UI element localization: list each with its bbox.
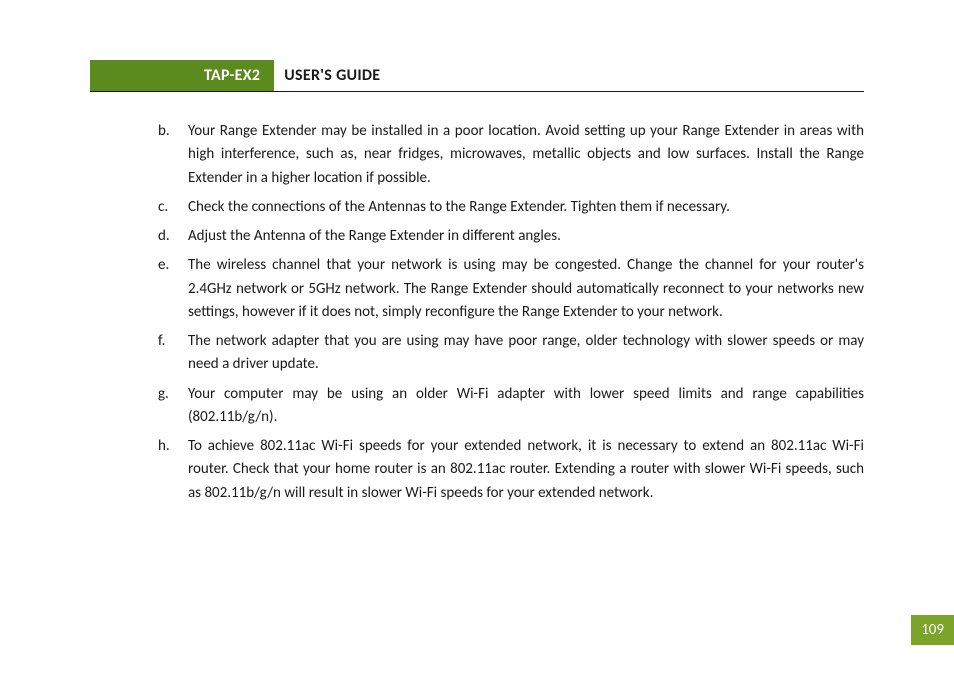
list-text: The wireless channel that your network i… <box>188 254 864 324</box>
product-badge: TAP-EX2 <box>190 60 274 91</box>
list-item: h. To achieve 802.11ac Wi-Fi speeds for … <box>158 435 864 505</box>
list-text: To achieve 802.11ac Wi-Fi speeds for you… <box>188 435 864 505</box>
list-item: f. The network adapter that you are usin… <box>158 330 864 377</box>
list-marker: b. <box>158 120 188 190</box>
header-accent-block <box>90 60 190 91</box>
list-item: b. Your Range Extender may be installed … <box>158 120 864 190</box>
list-marker: h. <box>158 435 188 505</box>
list-marker: d. <box>158 225 188 248</box>
list-text: Your Range Extender may be installed in … <box>188 120 864 190</box>
list-marker: c. <box>158 196 188 219</box>
guide-title: USER'S GUIDE <box>274 60 380 91</box>
list-text: The network adapter that you are using m… <box>188 330 864 377</box>
list-text: Adjust the Antenna of the Range Extender… <box>188 225 864 248</box>
list-marker: f. <box>158 330 188 377</box>
list-marker: g. <box>158 383 188 430</box>
list-text: Your computer may be using an older Wi-F… <box>188 383 864 430</box>
page-number: 109 <box>911 615 954 645</box>
list-text: Check the connections of the Antennas to… <box>188 196 864 219</box>
list-item: e. The wireless channel that your networ… <box>158 254 864 324</box>
list-item: g. Your computer may be using an older W… <box>158 383 864 430</box>
list-item: d. Adjust the Antenna of the Range Exten… <box>158 225 864 248</box>
troubleshooting-list: b. Your Range Extender may be installed … <box>90 120 864 505</box>
header-bar: TAP-EX2 USER'S GUIDE <box>90 60 864 92</box>
list-item: c. Check the connections of the Antennas… <box>158 196 864 219</box>
list-marker: e. <box>158 254 188 324</box>
